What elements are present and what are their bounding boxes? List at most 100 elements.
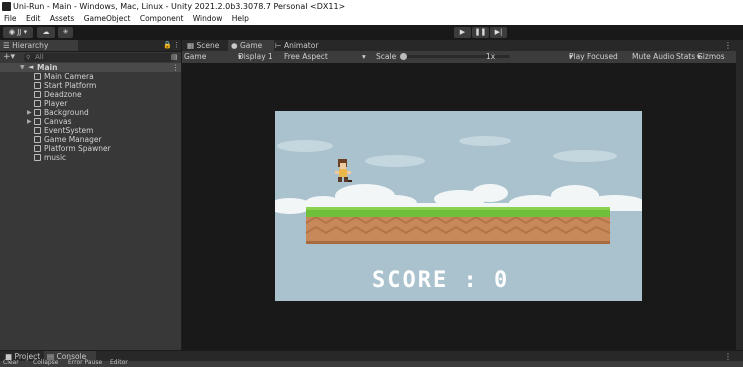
side-strip <box>736 40 743 350</box>
tab-game-label: Game <box>239 41 263 50</box>
hierarchy-tabbar: ☰ Hierarchy 🔒 ⋮ <box>0 40 181 52</box>
hierarchy-item[interactable]: Start Platform <box>0 81 181 90</box>
game-view-controls: Game Display 1 ▾ Free Aspect ▾ Scale 1x … <box>182 51 743 63</box>
scale-label: Scale <box>376 52 397 61</box>
account-label: JJ ▾ <box>17 28 28 36</box>
gameobject-icon <box>34 91 41 98</box>
gameobject-icon <box>34 127 41 134</box>
aspect-label: Free Aspect <box>284 52 328 61</box>
hierarchy-search-row: +▾ ⚲ All ▤ <box>0 52 181 63</box>
tab-animator-label: Animator <box>283 41 319 50</box>
error-pause-button[interactable]: Error Pause <box>68 359 102 366</box>
hierarchy-item[interactable]: Deadzone <box>0 90 181 99</box>
hierarchy-item[interactable]: Main Camera <box>0 72 181 81</box>
step-icon: ▶| <box>494 28 503 36</box>
menu-file[interactable]: File <box>4 14 17 23</box>
collab-button[interactable]: ✳ <box>58 27 73 38</box>
hierarchy-item[interactable]: Player <box>0 99 181 108</box>
sun-icon: ✳ <box>62 28 69 36</box>
hierarchy-panel: ▼ ◄ Main ⋮ Main Camera Start Platform De… <box>0 63 182 350</box>
account-button[interactable]: ◉ JJ ▾ <box>3 27 33 38</box>
tab-game[interactable]: ● Game <box>228 40 274 51</box>
unity-logo-icon <box>2 2 11 11</box>
tab-scene-label: Scene <box>196 41 220 50</box>
pause-button[interactable]: ❚❚ <box>472 27 489 38</box>
list-icon: ☰ <box>3 41 10 50</box>
gameobject-icon <box>34 118 41 125</box>
tab-hierarchy-label: Hierarchy <box>12 41 49 50</box>
display-dropdown[interactable]: Display 1 ▾ <box>238 51 273 63</box>
hierarchy-item-label: Main Camera <box>44 72 94 81</box>
hierarchy-item[interactable]: EventSystem <box>0 126 181 135</box>
hierarchy-item-label: music <box>44 153 67 162</box>
gizmos-dropdown[interactable]: Gizmos ▾ <box>697 51 725 63</box>
menu-assets[interactable]: Assets <box>50 14 74 23</box>
menu-component[interactable]: Component <box>140 14 184 23</box>
more-menu-icon[interactable]: ⋮ <box>724 40 732 51</box>
menu-edit[interactable]: Edit <box>26 14 41 23</box>
hierarchy-item-label: Start Platform <box>44 81 97 90</box>
hierarchy-item[interactable]: ▶ Background <box>0 108 181 117</box>
game-mode-label: Game <box>184 52 207 61</box>
expand-arrow-icon[interactable]: ▼ <box>20 63 25 72</box>
hierarchy-search-input[interactable]: ⚲ All <box>24 53 174 62</box>
hierarchy-item-label: Game Manager <box>44 135 102 144</box>
window-title: Uni-Run - Main - Windows, Mac, Linux - U… <box>13 2 346 11</box>
menu-gameobject[interactable]: GameObject <box>84 14 131 23</box>
hierarchy-item[interactable]: Game Manager <box>0 135 181 144</box>
play-icon: ▶ <box>459 28 466 36</box>
hierarchy-item[interactable]: ▶ Canvas <box>0 117 181 126</box>
clear-button[interactable]: Clear <box>3 359 19 366</box>
search-icon: ⚲ <box>26 54 31 61</box>
menu-help[interactable]: Help <box>232 14 249 23</box>
gizmos-label: Gizmos <box>697 52 725 61</box>
hierarchy-item-label: Platform Spawner <box>44 144 111 153</box>
tab-hierarchy[interactable]: ☰ Hierarchy <box>0 40 78 51</box>
stats-toggle[interactable]: Stats <box>676 51 695 63</box>
hierarchy-item-label: EventSystem <box>44 126 94 135</box>
account-icon: ◉ <box>8 28 15 36</box>
main-toolbar: ◉ JJ ▾ ☁ ✳ ▶ ❚❚ ▶| <box>0 25 743 40</box>
cloud-button[interactable]: ☁ <box>37 27 55 38</box>
chevron-down-icon[interactable]: ▾ <box>362 51 366 63</box>
score-text: SCORE : 0 <box>372 268 510 293</box>
menu-window[interactable]: Window <box>193 14 223 23</box>
mute-audio-toggle[interactable]: Mute Audio <box>632 51 674 63</box>
gameobject-icon <box>34 109 41 116</box>
expand-arrow-icon[interactable]: ▶ <box>27 108 32 117</box>
player-character <box>335 159 352 182</box>
pause-icon: ❚❚ <box>474 28 487 36</box>
window-titlebar: Uni-Run - Main - Windows, Mac, Linux - U… <box>0 0 743 13</box>
scene-icon: ▦ <box>187 41 195 50</box>
add-object-button[interactable]: +▾ <box>3 52 15 63</box>
hierarchy-scene-root[interactable]: ▼ ◄ Main ⋮ <box>0 63 181 72</box>
hierarchy-item[interactable]: music <box>0 153 181 162</box>
editor-dropdown[interactable]: Editor <box>110 359 128 366</box>
display-label: Display 1 <box>238 52 273 61</box>
cloud-icon: ☁ <box>42 28 50 36</box>
unity-scene-icon: ◄ <box>28 63 34 71</box>
scene-root-label: Main <box>37 63 58 72</box>
expand-arrow-icon[interactable]: ▶ <box>27 117 32 126</box>
scene-menu-icon[interactable]: ⋮ <box>172 63 180 72</box>
search-placeholder: All <box>35 53 44 61</box>
game-canvas[interactable]: SCORE : 0 <box>275 111 642 301</box>
scale-value: 1x <box>486 52 496 61</box>
step-button[interactable]: ▶| <box>490 27 507 38</box>
filter-icon[interactable]: ▤ <box>171 52 178 63</box>
gameobject-icon <box>34 154 41 161</box>
gameobject-icon <box>34 145 41 152</box>
play-button[interactable]: ▶ <box>454 27 471 38</box>
tab-scene[interactable]: ▦ Scene <box>184 40 232 51</box>
console-toolbar: Clear Collapse Error Pause Editor <box>0 359 743 367</box>
far-clouds <box>277 136 617 167</box>
scale-slider-handle[interactable] <box>400 53 407 60</box>
tab-animator[interactable]: ⊢ Animator <box>272 40 330 51</box>
collapse-button[interactable]: Collapse <box>33 359 59 366</box>
gameobject-icon <box>34 136 41 143</box>
hierarchy-item[interactable]: Platform Spawner <box>0 144 181 153</box>
gameobject-icon <box>34 73 41 80</box>
more-menu-icon[interactable]: ⋮ <box>173 40 180 51</box>
play-focused-dropdown[interactable]: Play Focused ▾ <box>569 51 618 63</box>
lock-icon[interactable]: 🔒 <box>163 40 172 51</box>
